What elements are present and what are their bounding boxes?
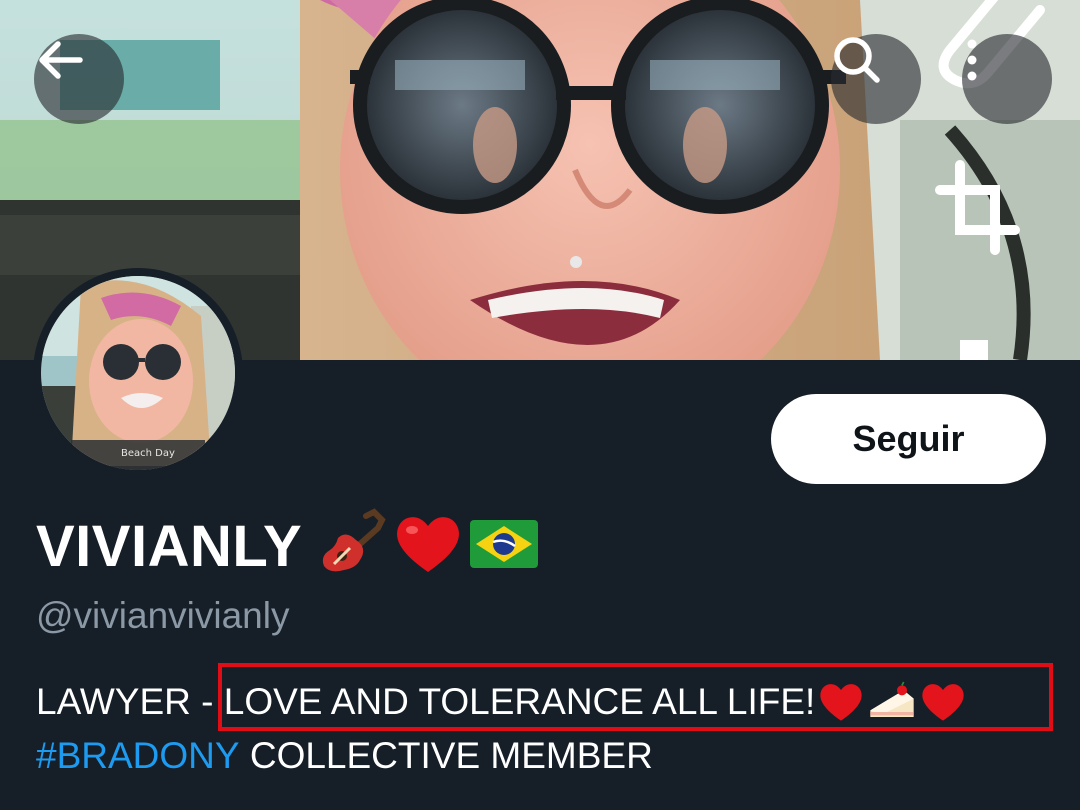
red-heart-icon <box>919 678 967 726</box>
red-heart-icon <box>392 508 464 585</box>
profile-page: Beach Day Seguir VIVIANLY @vivianvivianl… <box>0 0 1080 810</box>
bio-line-1: LAWYER - LOVE AND TOLERANCE ALL LIFE! <box>36 675 967 729</box>
display-name-row: VIVIANLY <box>36 508 540 585</box>
search-button[interactable] <box>831 34 921 124</box>
back-button[interactable] <box>34 34 124 124</box>
name-emojis <box>316 508 540 585</box>
bio-line-2: #BRADONY COLLECTIVE MEMBER <box>36 729 967 783</box>
hashtag-link[interactable]: #BRADONY <box>36 729 240 783</box>
red-heart-icon <box>817 678 865 726</box>
more-options-button[interactable] <box>962 34 1052 124</box>
bio-prefix: LAWYER - <box>36 681 224 722</box>
cake-slice-icon <box>867 678 917 726</box>
bio-line-2-text: COLLECTIVE MEMBER <box>239 735 653 776</box>
profile-bio: LAWYER - LOVE AND TOLERANCE ALL LIFE! #B… <box>36 675 967 783</box>
display-name: VIVIANLY <box>36 514 303 579</box>
avatar-photo: Beach Day <box>41 276 235 470</box>
guitar-icon <box>316 508 388 585</box>
profile-avatar[interactable]: Beach Day <box>33 268 243 478</box>
follow-button[interactable]: Seguir <box>771 394 1046 484</box>
profile-handle: @vivianvivianly <box>36 595 290 636</box>
avatar-caption: Beach Day <box>121 448 175 459</box>
brazil-flag-icon <box>468 516 540 577</box>
bio-highlighted-text: LOVE AND TOLERANCE ALL LIFE! <box>223 681 816 722</box>
